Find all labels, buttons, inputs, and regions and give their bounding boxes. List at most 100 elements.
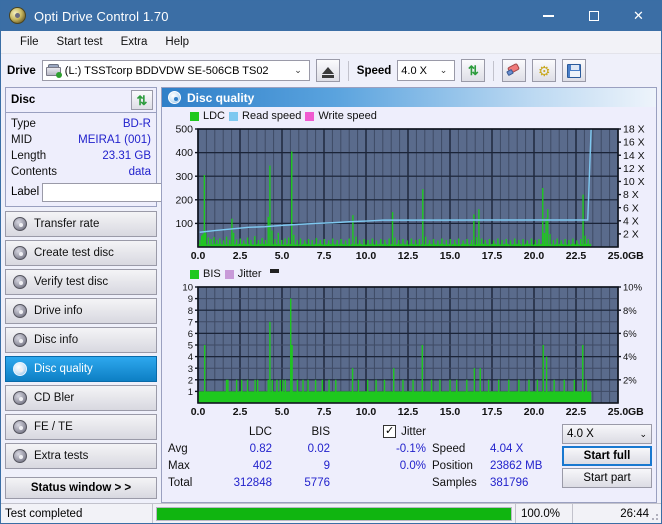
sidebar-item-label: Drive info — [34, 305, 83, 317]
jitter-toggle-group: ✓ Jitter — [330, 425, 426, 438]
disc-icon — [13, 246, 27, 260]
bis-jitter-chart[interactable]: 123456789102%4%6%8%10%0.02.55.07.510.012… — [164, 281, 658, 421]
samples-value: 381796 — [490, 477, 562, 489]
speed-select[interactable]: 4.0 X ⌄ — [397, 60, 455, 81]
disc-row-type: Type BD-R — [11, 116, 151, 132]
disc-row-contents: Contents data — [11, 164, 151, 180]
status-bar: Test completed 100.0% 26:44 — [1, 503, 661, 523]
sidebar-item-disc-quality[interactable]: Disc quality — [5, 356, 157, 382]
speed-label: Speed — [426, 443, 490, 455]
disc-row-label: Label — [11, 180, 151, 202]
stats-row-label: Max — [168, 460, 210, 472]
erase-button[interactable] — [502, 59, 526, 82]
svg-text:8%: 8% — [623, 306, 637, 317]
disc-refresh-button[interactable]: ⇅ — [131, 90, 153, 110]
drive-select[interactable]: (L:) TSSTcorp BDDVDW SE-506CB TS02 ⌄ — [42, 60, 310, 81]
disc-panel-title: Disc — [11, 94, 35, 106]
menu-extra[interactable]: Extra — [112, 33, 157, 51]
tools-button[interactable]: ⚙ — [532, 59, 556, 82]
svg-text:15.0: 15.0 — [440, 406, 461, 418]
svg-text:17.5: 17.5 — [482, 406, 503, 418]
ldc-read-speed-chart[interactable]: 1002003004005002 X4 X6 X8 X10 X12 X14 X1… — [164, 123, 658, 265]
sidebar-item-extra-tests[interactable]: Extra tests — [5, 443, 157, 469]
svg-text:10: 10 — [182, 283, 193, 294]
start-full-button[interactable]: Start full — [562, 446, 652, 466]
svg-text:6 X: 6 X — [623, 202, 639, 214]
sidebar-item-fe-te[interactable]: FE / TE — [5, 414, 157, 440]
sidebar-item-disc-info[interactable]: Disc info — [5, 327, 157, 353]
disc-icon — [13, 304, 27, 318]
disc-type-value: BD-R — [123, 117, 151, 131]
drive-label: Drive — [7, 65, 36, 77]
stats-total-ldc: 312848 — [210, 477, 272, 489]
test-speed-value: 4.0 X — [567, 428, 594, 440]
chart-top-legend: LDC Read speed Write speed — [164, 109, 654, 123]
disc-info-panel: Disc ⇅ Type BD-R MID MEIRA1 (001) — [5, 87, 157, 207]
sidebar-item-cd-bler[interactable]: CD Bler — [5, 385, 157, 411]
chevron-down-icon: ⌄ — [436, 65, 452, 76]
app-window: Opti Drive Control 1.70 ✕ File Start tes… — [0, 0, 662, 524]
status-window-button[interactable]: Status window > > — [5, 477, 157, 499]
eject-button[interactable] — [316, 59, 340, 82]
svg-text:5.0: 5.0 — [275, 250, 290, 262]
disc-panel-header: Disc ⇅ — [6, 88, 156, 113]
start-part-button[interactable]: Start part — [562, 468, 652, 488]
save-button[interactable] — [562, 59, 586, 82]
svg-text:100: 100 — [175, 218, 193, 230]
menu-start-test[interactable]: Start test — [48, 33, 112, 51]
sidebar-item-verify-test-disc[interactable]: Verify test disc — [5, 269, 157, 295]
resize-grip[interactable] — [649, 511, 659, 521]
legend-swatch-bis — [190, 270, 199, 279]
progress-percent: 100.0% — [515, 504, 573, 523]
svg-text:300: 300 — [175, 171, 193, 183]
sidebar-item-create-test-disc[interactable]: Create test disc — [5, 240, 157, 266]
svg-text:2.5: 2.5 — [233, 406, 248, 418]
minimize-button[interactable] — [526, 1, 571, 31]
svg-text:2: 2 — [188, 375, 193, 386]
legend-label-ldc: LDC — [203, 110, 225, 122]
stats-max-ldc: 402 — [210, 460, 272, 472]
disc-mid-value: MEIRA1 (001) — [78, 133, 151, 147]
left-sidebar: Disc ⇅ Type BD-R MID MEIRA1 (001) — [5, 87, 157, 503]
disc-icon — [13, 420, 27, 434]
legend-label-bis: BIS — [203, 268, 221, 280]
test-speed-select[interactable]: 4.0 X ⌄ — [562, 424, 652, 444]
maximize-button[interactable] — [571, 1, 616, 31]
svg-text:15.0: 15.0 — [440, 250, 461, 262]
sidebar-item-label: Disc quality — [34, 363, 93, 375]
speed-select-value: 4.0 X — [401, 65, 427, 77]
svg-text:10 X: 10 X — [623, 176, 645, 188]
sidebar-item-drive-info[interactable]: Drive info — [5, 298, 157, 324]
menu-help[interactable]: Help — [156, 33, 198, 51]
svg-text:3: 3 — [188, 364, 193, 375]
refresh-icon: ⇅ — [137, 94, 148, 107]
chevron-down-icon: ⌄ — [639, 429, 647, 440]
chevron-down-icon: ⌄ — [290, 65, 306, 76]
jitter-checkbox[interactable]: ✓ — [383, 425, 396, 438]
svg-text:6: 6 — [188, 329, 193, 340]
refresh-button[interactable]: ⇅ — [461, 59, 485, 82]
chart-bottom-wrap: 123456789102%4%6%8%10%0.02.55.07.510.012… — [164, 281, 654, 421]
svg-text:8: 8 — [188, 306, 193, 317]
svg-text:4%: 4% — [623, 352, 637, 363]
elapsed-time: 26:44 — [573, 504, 661, 523]
sidebar-spacer — [5, 469, 157, 477]
sidebar-item-transfer-rate[interactable]: Transfer rate — [5, 211, 157, 237]
menu-file[interactable]: File — [11, 33, 48, 51]
eraser-icon — [507, 64, 522, 77]
window-controls: ✕ — [526, 1, 661, 31]
close-button[interactable]: ✕ — [616, 1, 661, 31]
svg-text:2%: 2% — [623, 375, 637, 386]
disc-icon — [13, 362, 27, 376]
chart-bottom-legend: BIS Jitter — [164, 267, 654, 281]
stats-header-row: LDC BIS ✓ Jitter — [168, 423, 562, 440]
svg-text:17.5: 17.5 — [482, 250, 503, 262]
legend-swatch-read-speed — [229, 112, 238, 121]
legend-swatch-ldc — [190, 112, 199, 121]
window-title: Opti Drive Control 1.70 — [34, 9, 526, 24]
statistics-panel: LDC BIS ✓ Jitter Avg 0.82 0.02 -0.1% — [162, 421, 656, 491]
legend-swatch-jitter — [225, 270, 234, 279]
jitter-label: Jitter — [401, 426, 426, 438]
svg-text:2.5: 2.5 — [233, 250, 248, 262]
status-message: Test completed — [1, 504, 153, 523]
